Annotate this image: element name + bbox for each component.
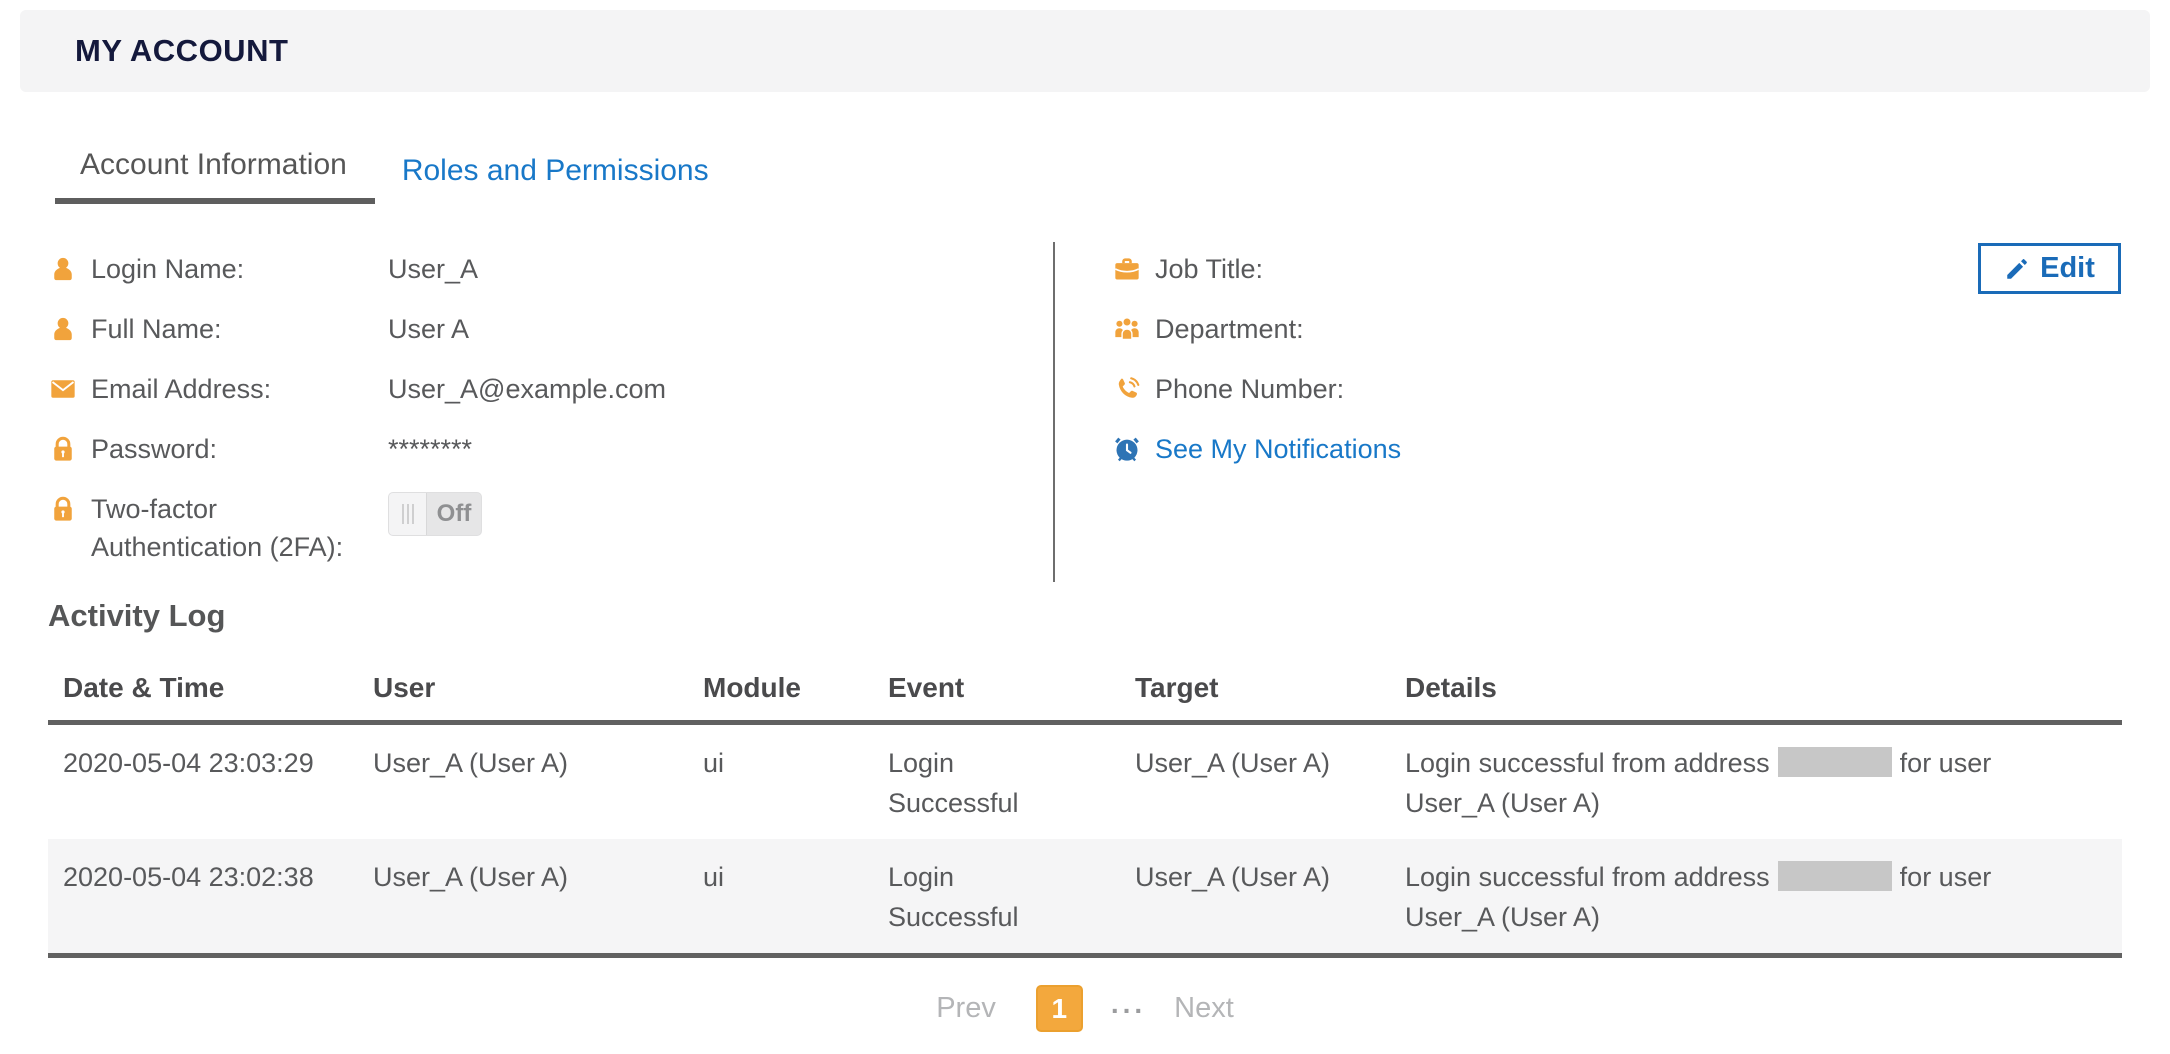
field-label: Two-factor Authentication (2FA): [91, 490, 388, 566]
page-title: MY ACCOUNT [75, 33, 288, 69]
pencil-icon [2004, 256, 2030, 282]
column-header-date-time: Date & Time [48, 658, 358, 720]
redacted-ip-box [1778, 747, 1892, 777]
field-label: Job Title: [1155, 250, 1452, 288]
cell-module: ui [688, 839, 873, 953]
activity-log-table: Date & Time User Module Event Target Det… [48, 658, 2122, 958]
pagination: Prev 1 ... Next [48, 985, 2122, 1032]
cell-date-time: 2020-05-04 23:03:29 [48, 725, 358, 839]
column-divider [1053, 242, 1055, 582]
table-row: 2020-05-04 23:02:38 User_A (User A) ui L… [48, 839, 2122, 958]
notifications-row: See My Notifications [1112, 430, 1452, 490]
phone-icon [1112, 374, 1142, 404]
field-password: Password: ******** [48, 430, 666, 490]
cell-event: Login Successful [873, 725, 1120, 839]
email-value: User_A@example.com [388, 370, 666, 408]
cell-date-time: 2020-05-04 23:02:38 [48, 839, 358, 953]
tab-bar-rule [48, 214, 2122, 217]
cell-event: Login Successful [873, 839, 1120, 953]
mail-icon [48, 374, 78, 404]
field-label: Password: [91, 430, 388, 468]
lock-icon [48, 434, 78, 464]
table-body: 2020-05-04 23:03:29 User_A (User A) ui L… [48, 725, 2122, 958]
column-header-target: Target [1120, 658, 1390, 720]
lock-icon [48, 494, 78, 524]
table-header-row: Date & Time User Module Event Target Det… [48, 658, 2122, 725]
redacted-ip-box [1778, 861, 1892, 891]
field-label: Full Name: [91, 310, 388, 348]
cell-target: User_A (User A) [1120, 839, 1390, 953]
cell-details: Login successful from addressfor user Us… [1390, 725, 2122, 839]
field-department: Department: [1112, 310, 1452, 370]
cell-user: User_A (User A) [358, 839, 688, 953]
next-page-button[interactable]: Next [1174, 992, 1234, 1025]
column-header-details: Details [1390, 658, 2122, 720]
field-full-name: Full Name: User A [48, 310, 666, 370]
toggle-handle [389, 493, 427, 535]
table-row: 2020-05-04 23:03:29 User_A (User A) ui L… [48, 725, 2122, 839]
field-label: Phone Number: [1155, 370, 1452, 408]
user-icon [48, 254, 78, 284]
alarm-clock-icon [1112, 434, 1142, 464]
account-fields-left: Login Name: User_A Full Name: User A Ema… [48, 250, 666, 600]
full-name-value: User A [388, 310, 469, 348]
current-page-button[interactable]: 1 [1036, 985, 1083, 1032]
password-value: ******** [388, 430, 472, 468]
column-header-event: Event [873, 658, 1120, 720]
page-header-bar: MY ACCOUNT [20, 10, 2150, 92]
two-factor-toggle[interactable]: Off [388, 492, 482, 536]
toggle-state-label: Off [427, 493, 481, 535]
cell-user: User_A (User A) [358, 725, 688, 839]
tab-roles-and-permissions[interactable]: Roles and Permissions [402, 154, 709, 204]
column-header-user: User [358, 658, 688, 720]
field-job-title: Job Title: [1112, 250, 1452, 310]
field-two-factor: Two-factor Authentication (2FA): Off [48, 490, 666, 600]
page-ellipsis[interactable]: ... [1111, 988, 1146, 1020]
activity-log-title: Activity Log [48, 598, 225, 634]
tab-account-information[interactable]: Account Information [55, 148, 375, 204]
account-info-section: Login Name: User_A Full Name: User A Ema… [0, 240, 2170, 600]
login-name-value: User_A [388, 250, 478, 288]
tab-bar: Account Information Roles and Permission… [0, 148, 2170, 204]
see-my-notifications-link[interactable]: See My Notifications [1155, 430, 1452, 468]
field-login-name: Login Name: User_A [48, 250, 666, 310]
account-fields-right: Job Title: Department: Phone Number: [1112, 250, 1452, 490]
column-header-module: Module [688, 658, 873, 720]
edit-button-label: Edit [2040, 252, 2095, 285]
field-label: Email Address: [91, 370, 388, 408]
field-label: Department: [1155, 310, 1452, 348]
my-account-page: MY ACCOUNT Account Information Roles and… [0, 0, 2170, 1054]
department-icon [1112, 314, 1142, 344]
cell-target: User_A (User A) [1120, 725, 1390, 839]
edit-button[interactable]: Edit [1978, 243, 2121, 294]
field-phone-number: Phone Number: [1112, 370, 1452, 430]
user-icon [48, 314, 78, 344]
prev-page-button[interactable]: Prev [936, 992, 996, 1025]
briefcase-icon [1112, 254, 1142, 284]
cell-details: Login successful from addressfor user Us… [1390, 839, 2122, 953]
field-label: Login Name: [91, 250, 388, 288]
field-email: Email Address: User_A@example.com [48, 370, 666, 430]
cell-module: ui [688, 725, 873, 839]
